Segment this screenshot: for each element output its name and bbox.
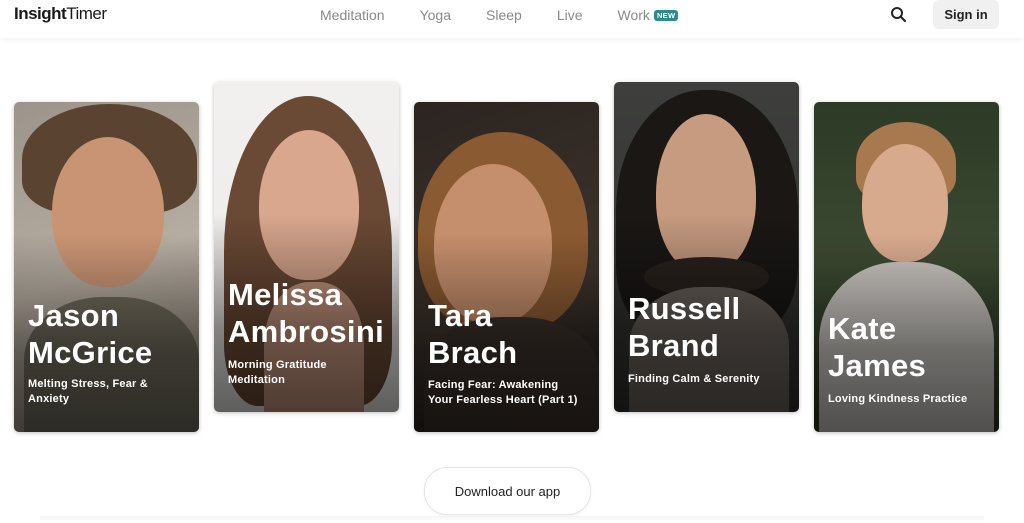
teacher-name: Russell Brand: [628, 291, 741, 363]
nav-yoga[interactable]: Yoga: [420, 7, 451, 23]
download-app-button[interactable]: Download our app: [424, 467, 591, 515]
insight-timer-logo[interactable]: InsightTimer: [14, 4, 107, 24]
teacher-card-melissa-ambrosini[interactable]: Melissa Ambrosini Morning Gratitude Medita…: [214, 82, 399, 412]
course-title: Morning Gratitude Meditation: [228, 359, 327, 386]
new-badge: NEW: [653, 10, 679, 21]
course-title: Facing Fear: Awakening Your Fearless Hear…: [428, 379, 578, 406]
nav-live[interactable]: Live: [557, 7, 583, 23]
main-nav: Meditation Yoga Sleep Live Work NEW: [320, 7, 679, 23]
nav-meditation[interactable]: Meditation: [320, 7, 385, 23]
logo-text-part1: Insight: [14, 4, 67, 23]
search-icon[interactable]: [889, 5, 909, 25]
course-title: Melting Stress, Fear & Anxiety: [28, 378, 148, 405]
teacher-name: Melissa Ambrosini: [228, 277, 384, 349]
top-navigation-bar: InsightTimer Meditation Yoga Sleep Live …: [0, 0, 1024, 38]
sign-in-button[interactable]: Sign in: [933, 0, 999, 29]
teacher-name: Tara Brach: [428, 298, 518, 370]
course-title: Finding Calm & Serenity: [628, 373, 760, 385]
logo-text-part2: Timer: [66, 4, 107, 23]
section-divider: [40, 516, 984, 523]
teacher-card-kate-james[interactable]: Kate James Loving Kindness Practice: [814, 102, 999, 432]
teacher-card-russell-brand[interactable]: Russell Brand Finding Calm & Serenity: [614, 82, 799, 412]
teacher-name: Kate James: [828, 311, 927, 383]
teacher-card-jason-mcgrice[interactable]: Jason McGrice Melting Stress, Fear & Anxie…: [14, 102, 199, 432]
nav-work: Work: [617, 7, 650, 23]
nav-work-item[interactable]: Work NEW: [618, 7, 679, 23]
teacher-name: Jason McGrice: [28, 298, 153, 370]
nav-sleep[interactable]: Sleep: [486, 7, 522, 23]
teacher-card-tara-brach[interactable]: Tara Brach Facing Fear: Awakening Your Fea…: [414, 102, 599, 432]
course-title: Loving Kindness Practice: [828, 393, 968, 405]
